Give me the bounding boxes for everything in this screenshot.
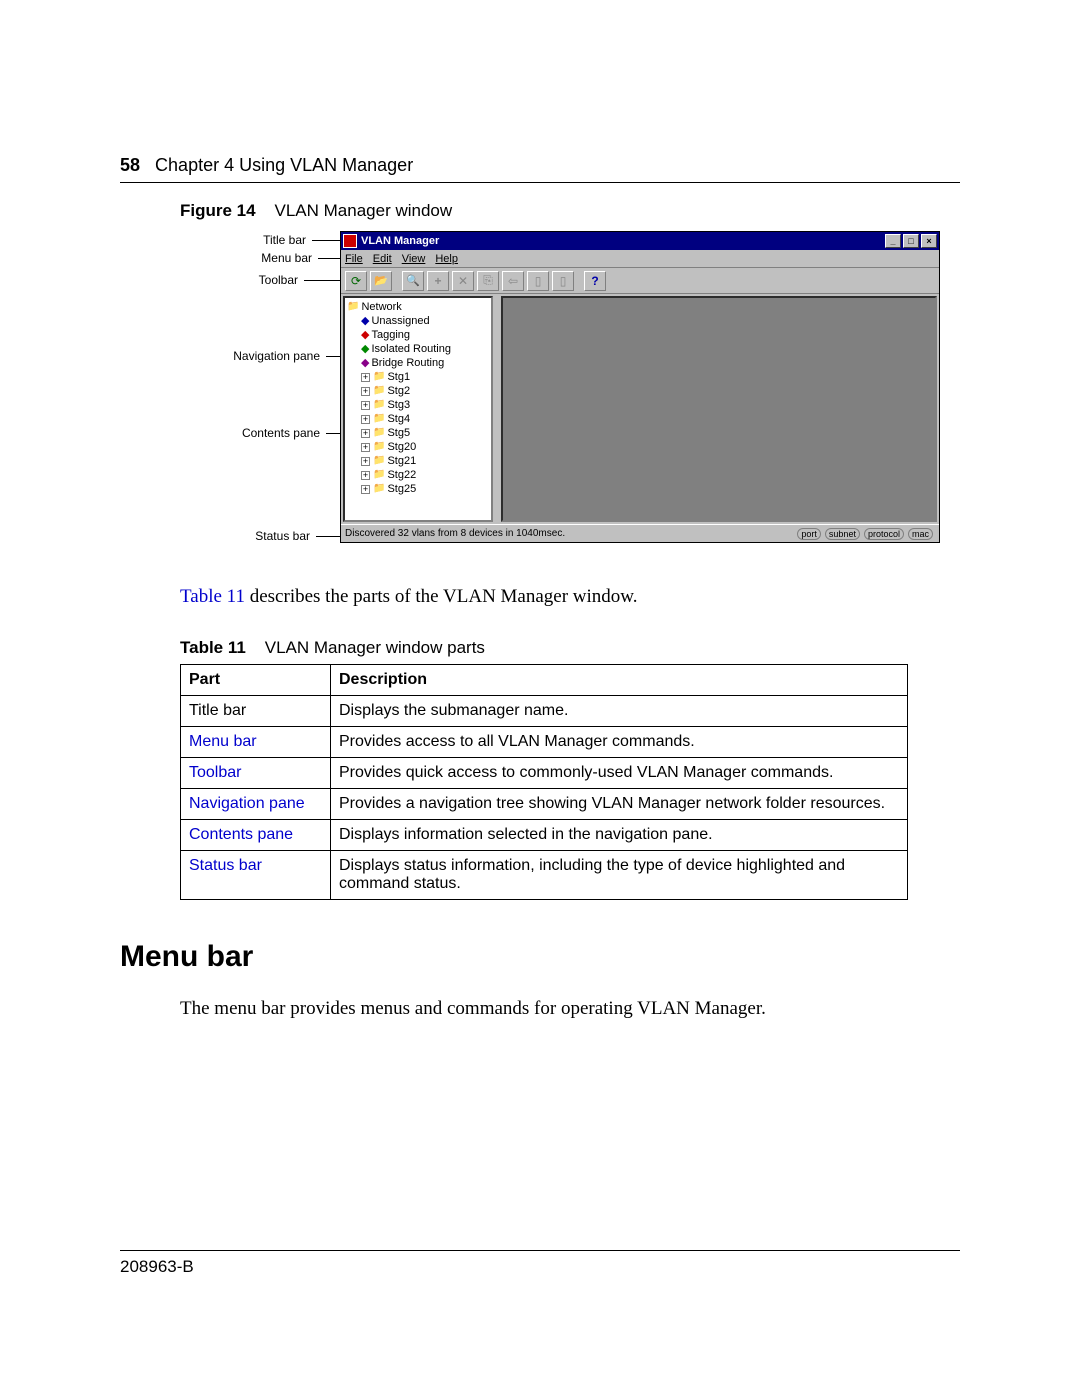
th-description: Description [331,665,908,696]
cell-desc: Provides access to all VLAN Manager comm… [331,727,908,758]
menu-view[interactable]: View [402,253,426,265]
tree-stg[interactable]: +📁Stg21 [347,454,489,468]
table-row: Menu bar Provides access to all VLAN Man… [181,727,908,758]
doc1-icon[interactable] [527,271,549,291]
tree-item[interactable]: ◆Unassigned [347,314,489,328]
refresh-icon[interactable] [345,271,367,291]
cell-part-link[interactable]: Menu bar [181,727,331,758]
pane-splitter[interactable] [495,294,499,524]
table-row: Status bar Displays status information, … [181,851,908,900]
table-row: Navigation pane Provides a navigation tr… [181,789,908,820]
tree-stg[interactable]: +📁Stg3 [347,398,489,412]
footer-rule [120,1250,960,1251]
table-caption: Table 11 VLAN Manager window parts [180,638,960,658]
tree-root[interactable]: 📁Network [347,300,489,314]
page-header: 58 Chapter 4 Using VLAN Manager [120,155,960,176]
help-icon[interactable] [584,271,606,291]
menu-file[interactable]: File [345,253,363,265]
close-button[interactable]: × [921,234,937,248]
tree-stg[interactable]: +📁Stg5 [347,426,489,440]
callout-menu-bar: Menu bar [261,251,312,265]
cell-desc: Provides a navigation tree showing VLAN … [331,789,908,820]
minimize-button[interactable]: _ [885,234,901,248]
chapter-title: Chapter 4 Using VLAN Manager [155,155,413,175]
app-icon [343,234,357,248]
callout-status-bar: Status bar [255,529,310,543]
table-row: Title bar Displays the submanager name. [181,696,908,727]
callout-nav-pane: Navigation pane [233,349,320,363]
status-bar: Discovered 32 vlans from 8 devices in 10… [341,524,939,542]
status-tag-subnet: subnet [825,528,860,540]
cell-part-link[interactable]: Status bar [181,851,331,900]
add-icon[interactable] [427,271,449,291]
cell-part-link[interactable]: Navigation pane [181,789,331,820]
figure-caption: Figure 14 VLAN Manager window [180,201,960,221]
status-tag-mac: mac [908,528,933,540]
header-rule [120,182,960,183]
figure-title: VLAN Manager window [275,201,453,220]
navigation-pane[interactable]: 📁Network ◆Unassigned ◆Tagging ◆Isolated … [343,296,493,522]
cell-part-link[interactable]: Contents pane [181,820,331,851]
menu-edit[interactable]: Edit [373,253,392,265]
tree-stg[interactable]: +📁Stg2 [347,384,489,398]
vlan-manager-window: VLAN Manager _ □ × File Edit View Help [340,231,940,543]
toolbar [341,268,939,294]
link-table11[interactable]: Table 11 [180,586,245,607]
callout-contents-pane: Contents pane [242,426,320,440]
tree-item[interactable]: ◆Bridge Routing [347,356,489,370]
para-menu-bar: The menu bar provides menus and commands… [180,998,960,1020]
cell-desc: Displays the submanager name. [331,696,908,727]
tree-stg[interactable]: +📁Stg4 [347,412,489,426]
table-header-row: Part Description [181,665,908,696]
cell-part-link[interactable]: Toolbar [181,758,331,789]
th-part: Part [181,665,331,696]
open-icon[interactable] [370,271,392,291]
table-row: Toolbar Provides quick access to commonl… [181,758,908,789]
delete-icon[interactable] [452,271,474,291]
menu-help[interactable]: Help [435,253,458,265]
doc2-icon[interactable] [552,271,574,291]
status-tag-port: port [797,528,821,540]
callout-toolbar: Toolbar [259,273,298,287]
table-row: Contents pane Displays information selec… [181,820,908,851]
window-title: VLAN Manager [361,235,439,247]
figure-vlan-window: Title bar Menu bar Toolbar Navigation pa… [180,231,940,556]
status-tag-protocol: protocol [864,528,904,540]
tree-item[interactable]: ◆Tagging [347,328,489,342]
table-title: VLAN Manager window parts [265,638,485,657]
title-bar[interactable]: VLAN Manager _ □ × [341,232,939,250]
figure-label: Figure 14 [180,201,256,220]
back-icon[interactable] [502,271,524,291]
tree-item[interactable]: ◆Isolated Routing [347,342,489,356]
cell-desc: Displays status information, including t… [331,851,908,900]
maximize-button[interactable]: □ [903,234,919,248]
callout-title-bar: Title bar [263,233,306,247]
cell-desc: Provides quick access to commonly-used V… [331,758,908,789]
status-text: Discovered 32 vlans from 8 devices in 10… [345,528,795,539]
page-footer: 208963-B [120,1250,960,1277]
tree-stg[interactable]: +📁Stg1 [347,370,489,384]
contents-pane[interactable] [501,296,937,522]
table-window-parts: Part Description Title bar Displays the … [180,664,908,900]
document-number: 208963-B [120,1257,960,1277]
tree-stg[interactable]: +📁Stg22 [347,468,489,482]
zoom-icon[interactable] [402,271,424,291]
cell-part: Title bar [181,696,331,727]
section-heading-menu-bar: Menu bar [120,940,960,974]
menu-bar: File Edit View Help [341,250,939,268]
tree-stg[interactable]: +📁Stg20 [347,440,489,454]
para-table-ref: Table 11 describes the parts of the VLAN… [180,586,960,608]
table-label: Table 11 [180,638,246,657]
tree-stg[interactable]: +📁Stg25 [347,482,489,496]
cell-desc: Displays information selected in the nav… [331,820,908,851]
copy-icon[interactable] [477,271,499,291]
page-number: 58 [120,155,140,175]
